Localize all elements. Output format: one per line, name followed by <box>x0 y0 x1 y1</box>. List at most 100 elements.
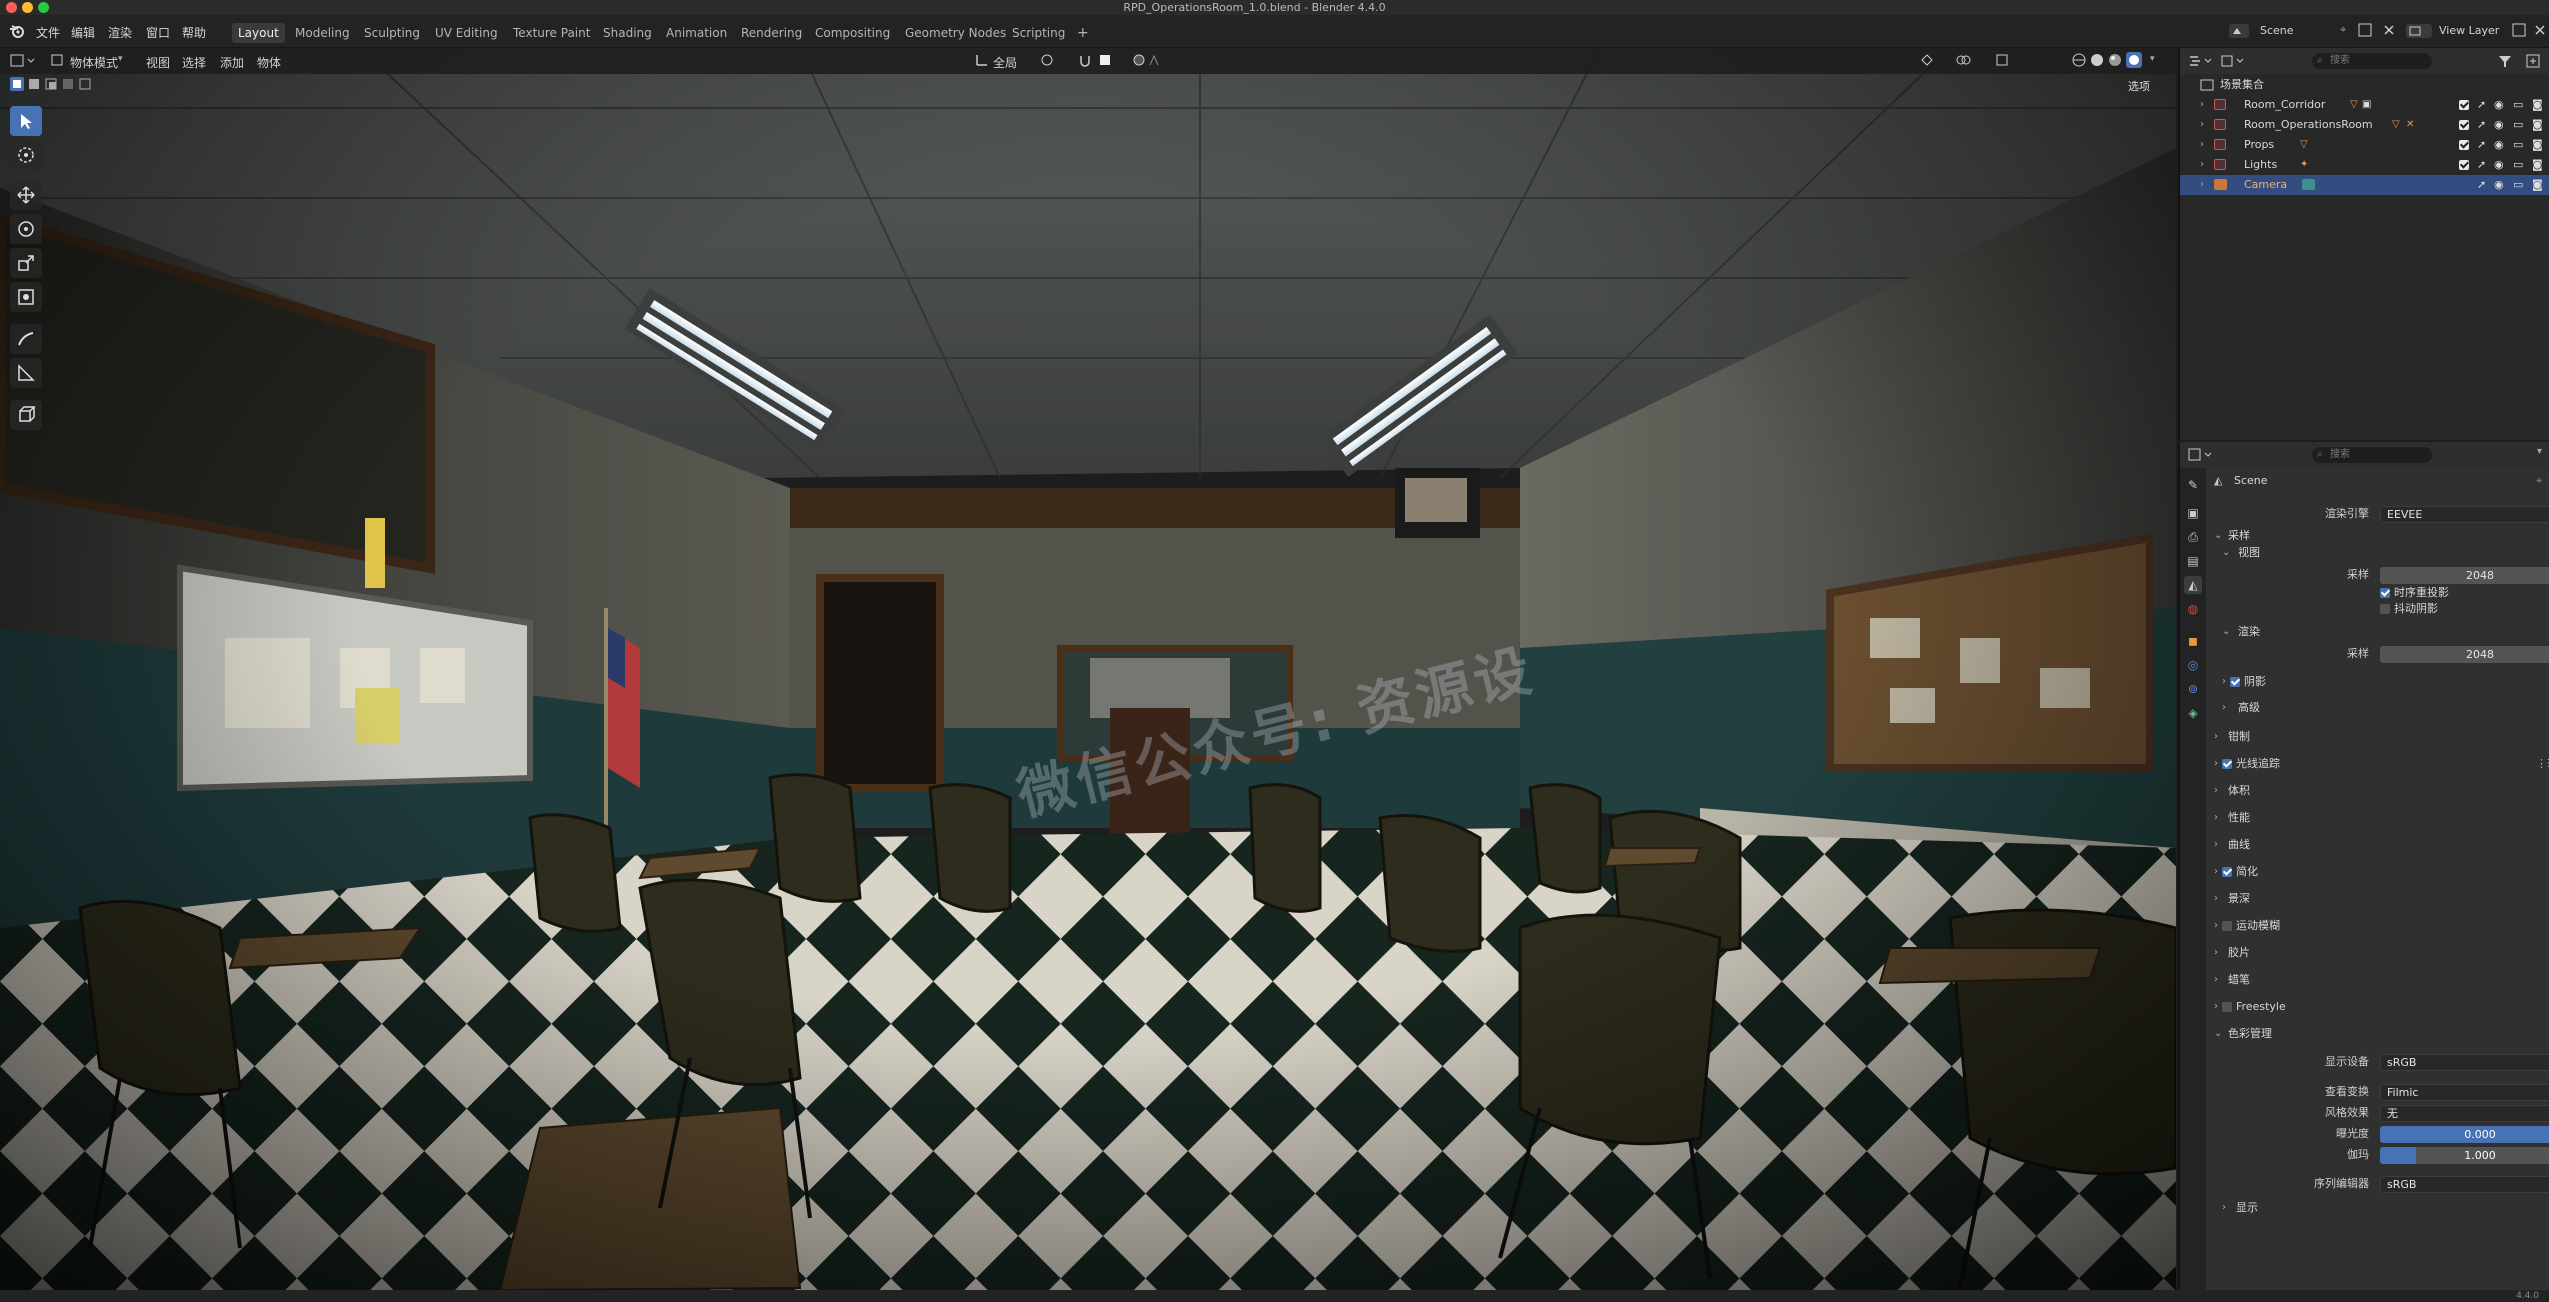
clamping-panel-header[interactable]: › 钳制 <box>2206 727 2549 747</box>
tool-add-cube[interactable] <box>10 400 42 430</box>
scene-name[interactable]: Scene <box>2260 24 2294 37</box>
performance-panel-header[interactable]: › 性能 <box>2206 808 2549 828</box>
object-mode-icon[interactable] <box>50 53 64 67</box>
render-camera-icon[interactable]: ◙ <box>2532 155 2543 175</box>
select-mode-new-icon[interactable] <box>10 77 24 91</box>
exclude-checkbox[interactable] <box>2459 95 2469 115</box>
film-panel-header[interactable]: › 胶片 <box>2206 943 2549 963</box>
selectable-icon[interactable]: ➚ <box>2477 115 2486 135</box>
pin-icon[interactable]: ⌖ <box>2536 471 2542 491</box>
viewport-menu-select[interactable]: 选择 <box>182 54 206 71</box>
simplify-checkbox[interactable] <box>2222 862 2232 882</box>
viewport-samples-field[interactable]: 2048 <box>2380 567 2549 584</box>
minimize-window-button[interactable] <box>22 2 33 13</box>
viewport-menu-add[interactable]: 添加 <box>220 54 244 71</box>
selectable-icon[interactable]: ➚ <box>2477 135 2486 155</box>
visibility-eye-icon[interactable]: ◉ <box>2494 95 2504 115</box>
maximize-window-button[interactable] <box>38 2 49 13</box>
viewport-menu-object[interactable]: 物体 <box>257 54 281 71</box>
visibility-eye-icon[interactable]: ◉ <box>2494 135 2504 155</box>
curves-panel-header[interactable]: › 曲线 <box>2206 835 2549 855</box>
show-overlays-icon[interactable] <box>1956 53 1980 67</box>
display-mode-icon[interactable] <box>2220 54 2246 68</box>
viewport-disable-icon[interactable]: ▭ <box>2513 95 2523 115</box>
shadows-subpanel[interactable]: › 阴影 <box>2206 672 2549 692</box>
shading-options-chevron-icon[interactable]: ▾ <box>2150 54 2155 64</box>
exclude-checkbox[interactable] <box>2459 115 2469 135</box>
constraints-tab-icon[interactable]: ⊚ <box>2184 680 2202 698</box>
sequencer-dropdown[interactable]: sRGB▾ <box>2380 1176 2549 1193</box>
tab-modeling[interactable]: Modeling <box>289 23 356 43</box>
tab-compositing[interactable]: Compositing <box>809 23 896 43</box>
xray-toggle-icon[interactable] <box>1995 53 2019 67</box>
tool-select-box[interactable] <box>10 106 42 136</box>
outliner-editor-type-icon[interactable] <box>2188 54 2214 68</box>
snap-target-icon[interactable] <box>1098 53 1120 67</box>
grease-pencil-panel-header[interactable]: › 蜡笔 <box>2206 970 2549 990</box>
render-engine-dropdown[interactable]: EEVEE▾ <box>2380 506 2549 523</box>
tab-layout[interactable]: Layout <box>232 23 285 43</box>
volumes-panel-header[interactable]: › 体积 <box>2206 781 2549 801</box>
world-tab-icon[interactable]: ◍ <box>2184 600 2202 618</box>
menu-file[interactable]: 文件 <box>36 24 60 41</box>
sampling-viewport-subpanel[interactable]: ⌄ 视图 <box>2206 543 2549 563</box>
freestyle-panel-header[interactable]: › Freestyle <box>2206 997 2549 1017</box>
list-options-icon[interactable]: ⋮☰ <box>2536 754 2549 774</box>
object-tab-icon[interactable]: ◼ <box>2184 632 2202 650</box>
viewport-menu-view[interactable]: 视图 <box>146 54 170 71</box>
outliner-item-lights[interactable]: › Lights ✦ ➚ ◉ ▭ ◙ <box>2180 155 2549 175</box>
rendered-scene-classroom[interactable] <box>0 48 2176 1290</box>
motion-blur-checkbox[interactable] <box>2222 916 2232 936</box>
select-mode-extend-icon[interactable] <box>27 77 41 91</box>
display-subpanel[interactable]: › 显示 <box>2206 1198 2549 1218</box>
depth-of-field-panel-header[interactable]: › 景深 <box>2206 889 2549 909</box>
selectable-icon[interactable]: ➚ <box>2477 155 2486 175</box>
blender-logo-icon[interactable] <box>9 24 25 38</box>
tool-rotate[interactable] <box>10 214 42 244</box>
tool-annotate[interactable] <box>10 324 42 354</box>
view-transform-dropdown[interactable]: Filmic▾ <box>2380 1084 2549 1101</box>
tool-tab-icon[interactable]: ✎ <box>2184 476 2202 494</box>
menu-window[interactable]: 窗口 <box>146 24 170 41</box>
exclude-checkbox[interactable] <box>2459 155 2469 175</box>
scene-icon[interactable] <box>2228 23 2250 39</box>
expand-chevron-icon[interactable]: › <box>2200 95 2204 115</box>
expand-chevron-icon[interactable]: › <box>2200 175 2204 195</box>
shading-material-icon[interactable] <box>2108 53 2122 67</box>
look-dropdown[interactable]: 无▾ <box>2380 1105 2549 1122</box>
view-layer-tab-icon[interactable]: ▤ <box>2184 552 2202 570</box>
render-samples-field[interactable]: 2048 <box>2380 646 2549 663</box>
transform-orientation-dropdown[interactable]: 全局 <box>993 54 1017 71</box>
select-mode-intersect-icon[interactable] <box>78 77 92 91</box>
tool-transform[interactable] <box>10 282 42 312</box>
outliner-item-props[interactable]: › Props ▽ ➚ ◉ ▭ ◙ <box>2180 135 2549 155</box>
shading-wireframe-icon[interactable] <box>2072 53 2086 67</box>
delete-scene-icon[interactable] <box>2382 23 2396 37</box>
jitter-shadows-row[interactable]: 抖动阴影 <box>2206 599 2549 619</box>
view-layer-icon[interactable] <box>2405 23 2433 39</box>
select-mode-subtract-icon[interactable] <box>44 77 58 91</box>
tool-cursor[interactable] <box>10 140 42 170</box>
tab-geometry-nodes[interactable]: Geometry Nodes <box>899 23 1012 43</box>
visibility-eye-icon[interactable]: ◉ <box>2494 155 2504 175</box>
advanced-subpanel[interactable]: › 高级 <box>2206 698 2549 718</box>
menu-edit[interactable]: 编辑 <box>71 24 95 41</box>
tool-move[interactable] <box>10 180 42 210</box>
editor-type-icon[interactable] <box>10 53 38 69</box>
menu-help[interactable]: 帮助 <box>182 24 206 41</box>
scene-tab-icon[interactable]: ◭ <box>2184 576 2202 594</box>
simplify-panel-header[interactable]: › 简化 <box>2206 862 2549 882</box>
sampling-render-subpanel[interactable]: ⌄ 渲染 <box>2206 622 2549 642</box>
viewport-disable-icon[interactable]: ▭ <box>2513 175 2523 195</box>
outliner-scene-collection[interactable]: 场景集合 <box>2180 75 2549 95</box>
exposure-slider[interactable]: 0.000 <box>2380 1126 2549 1143</box>
viewport-disable-icon[interactable]: ▭ <box>2513 155 2523 175</box>
properties-search-field[interactable]: ⌕ 搜索 <box>2312 447 2432 463</box>
visibility-eye-icon[interactable]: ◉ <box>2494 115 2504 135</box>
tab-texture-paint[interactable]: Texture Paint <box>507 23 596 43</box>
select-mode-invert-icon[interactable] <box>61 77 75 91</box>
show-gizmo-icon[interactable] <box>1920 53 1944 67</box>
3d-viewport[interactable]: 微信公众号: 资源设 物体模式 ▾ 视图 选择 添加 物体 全局 ▾ 选项 <box>0 48 2176 1290</box>
pivot-point-icon[interactable] <box>1040 53 1062 67</box>
new-view-layer-icon[interactable] <box>2512 23 2526 37</box>
